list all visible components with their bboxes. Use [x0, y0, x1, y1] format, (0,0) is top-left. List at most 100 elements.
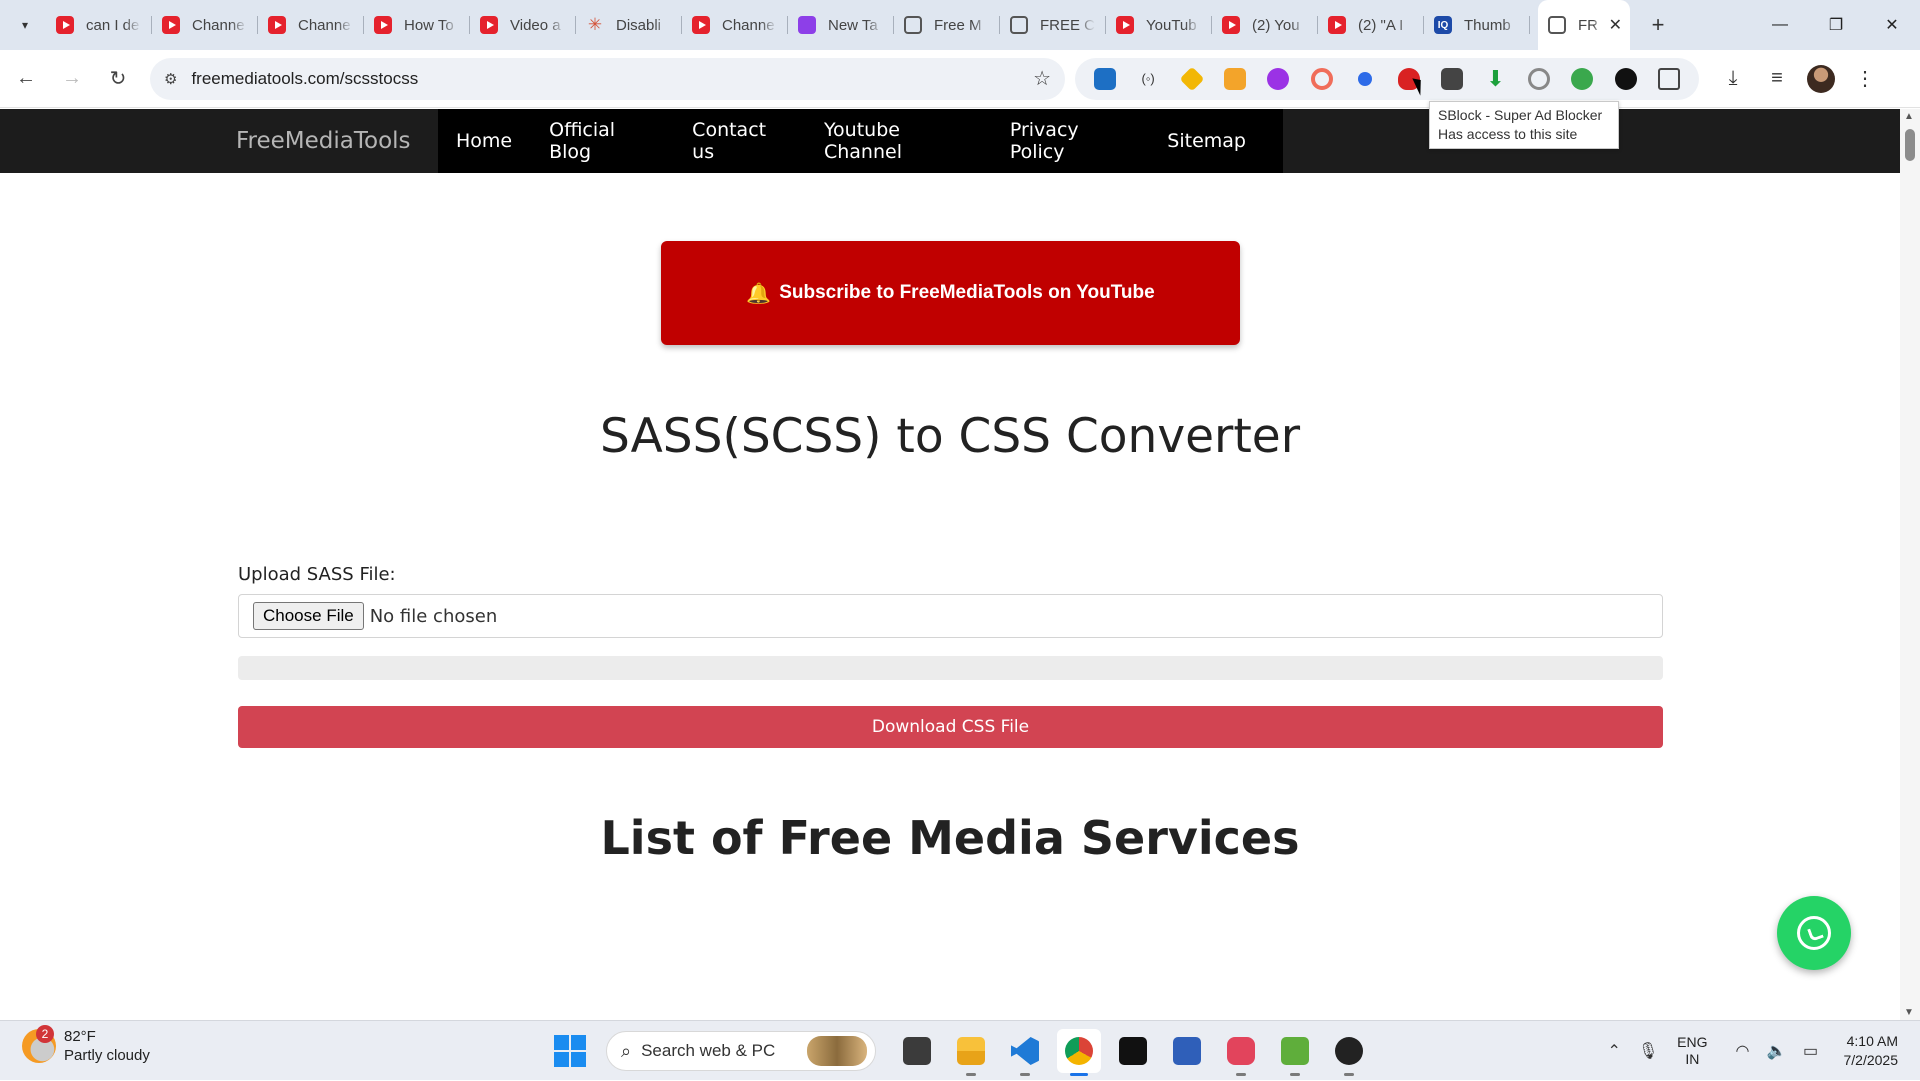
extension-download-box-icon[interactable]: [1430, 63, 1473, 95]
weather-widget[interactable]: 2 82°F Partly cloudy: [22, 1025, 150, 1065]
github-icon[interactable]: [1604, 63, 1647, 95]
globe-icon: [1010, 16, 1028, 34]
lang-code: ENG: [1677, 1034, 1708, 1050]
browser-tab[interactable]: YouTub: [1106, 0, 1212, 50]
wifi-icon[interactable]: ◠: [1726, 1041, 1760, 1061]
lang-region: IN: [1685, 1051, 1700, 1067]
bell-icon: 🔔: [746, 282, 772, 305]
browser-tab[interactable]: Video a: [470, 0, 576, 50]
address-bar[interactable]: ⚙ freemediatools.com/scsstocss ☆: [150, 57, 1065, 100]
youtube-icon: [1116, 16, 1134, 34]
extension-yellow-diamond-icon[interactable]: [1170, 63, 1213, 95]
no-file-text: No file chosen: [369, 605, 498, 627]
browser-tab[interactable]: can I de: [46, 0, 152, 50]
browser-tab[interactable]: Channe: [682, 0, 788, 50]
forward-arrow-icon[interactable]: →: [52, 59, 92, 99]
browser-tab[interactable]: FREE C: [1000, 0, 1106, 50]
windows-start-icon[interactable]: [554, 1035, 586, 1067]
file-explorer-icon[interactable]: [949, 1029, 993, 1076]
nav-link-contact-us[interactable]: Contact us: [692, 119, 787, 163]
site-brand[interactable]: FreeMediaTools: [236, 109, 411, 173]
nav-link-home[interactable]: Home: [456, 130, 512, 152]
green-app-icon[interactable]: [1273, 1029, 1317, 1076]
choose-file-button[interactable]: Choose File: [253, 602, 364, 630]
menu-dots-icon[interactable]: ⋮: [1843, 59, 1887, 99]
browser-tab[interactable]: New Ta: [788, 0, 894, 50]
browser-tab[interactable]: Free M: [894, 0, 1000, 50]
volume-icon[interactable]: 🔈: [1760, 1041, 1794, 1061]
tab-title: How To: [404, 16, 454, 34]
browser-tab[interactable]: Channe: [258, 0, 364, 50]
browser-tab[interactable]: ✳ Disabli: [576, 0, 682, 50]
site-info-icon[interactable]: ⚙: [164, 70, 177, 88]
browser-tab[interactable]: Channe: [152, 0, 258, 50]
chrome-icon[interactable]: [1057, 1029, 1101, 1076]
windows-taskbar: 2 82°F Partly cloudy ⌕ Search web & PC ⌃…: [0, 1020, 1920, 1080]
media-controls-icon[interactable]: ≡: [1755, 59, 1799, 99]
microphone-icon[interactable]: 🎙: [1631, 1041, 1665, 1061]
purple-app-icon: [798, 16, 816, 34]
globe-icon: [904, 16, 922, 34]
back-arrow-icon[interactable]: ←: [6, 59, 46, 99]
extension-orange-icon[interactable]: [1213, 63, 1256, 95]
tab-title: Channe: [192, 16, 245, 34]
close-window-button[interactable]: ✕: [1864, 0, 1920, 50]
extension-purple-icon[interactable]: [1257, 63, 1300, 95]
profile-avatar[interactable]: [1799, 59, 1843, 99]
scroll-thumb[interactable]: [1905, 129, 1915, 161]
tab-title: Channe: [722, 16, 775, 34]
task-view-icon[interactable]: [895, 1029, 939, 1073]
chevron-up-icon[interactable]: ⌃: [1597, 1041, 1631, 1061]
extension-blue-grid-icon[interactable]: [1083, 63, 1126, 95]
extension-ring-icon[interactable]: [1300, 63, 1343, 95]
screen-recorder-icon[interactable]: [1219, 1029, 1263, 1076]
extension-green-arrow-icon[interactable]: ⬇: [1474, 63, 1517, 95]
page-scrollbar[interactable]: ▲ ▼: [1900, 109, 1920, 1020]
url-text[interactable]: freemediatools.com/scsstocss: [191, 69, 418, 89]
restore-button[interactable]: ❐: [1808, 0, 1864, 50]
notepad-icon[interactable]: [1165, 1029, 1209, 1073]
browser-tab[interactable]: (2) "A I: [1318, 0, 1424, 50]
system-tray: ⌃ 🎙 ENG IN ◠ 🔈 ▭ 4:10 AM 7/2/2025: [1597, 1021, 1920, 1081]
audio-app-icon[interactable]: [1111, 1029, 1155, 1073]
subscribe-youtube-button[interactable]: 🔔 Subscribe to FreeMediaTools on YouTube: [661, 241, 1240, 345]
scroll-down-icon[interactable]: ▼: [1904, 1007, 1914, 1018]
minimize-button[interactable]: —: [1752, 0, 1808, 50]
scroll-up-icon[interactable]: ▲: [1904, 111, 1914, 122]
nav-link-youtube-channel[interactable]: Youtube Channel: [824, 119, 973, 163]
bookmark-star-icon[interactable]: ☆: [1033, 66, 1051, 91]
tab-title: (2) You: [1252, 16, 1300, 34]
youtube-icon: [480, 16, 498, 34]
extensions-puzzle-icon[interactable]: [1647, 63, 1690, 95]
record-app-icon[interactable]: [1327, 1029, 1371, 1076]
extension-gray-icon[interactable]: [1517, 63, 1560, 95]
battery-icon[interactable]: ▭: [1794, 1041, 1828, 1061]
downloads-icon[interactable]: ⤓: [1711, 59, 1755, 99]
nav-link-official-blog[interactable]: Official Blog: [549, 119, 655, 163]
reload-icon[interactable]: ↻: [98, 59, 138, 99]
close-tab-icon[interactable]: ✕: [1609, 15, 1622, 35]
download-css-button[interactable]: Download CSS File: [238, 706, 1663, 748]
browser-tab[interactable]: IQ Thumb: [1424, 0, 1530, 50]
clock[interactable]: 4:10 AM 7/2/2025: [1844, 1032, 1899, 1070]
tab-list: can I de Channe Channe How To Video a ✳ Disabl…: [46, 0, 1530, 50]
tab-title: New Ta: [828, 16, 878, 34]
nav-link-sitemap[interactable]: Sitemap: [1167, 130, 1246, 152]
extension-globe-icon[interactable]: [1561, 63, 1604, 95]
file-input[interactable]: Choose File No file chosen: [238, 594, 1663, 638]
language-indicator[interactable]: ENG IN: [1677, 1034, 1707, 1068]
whatsapp-button[interactable]: [1777, 896, 1851, 970]
nav-link-privacy-policy[interactable]: Privacy Policy: [1010, 119, 1130, 163]
extension-code-icon[interactable]: (◦): [1126, 63, 1169, 95]
new-tab-button[interactable]: +: [1642, 9, 1674, 41]
youtube-icon: [692, 16, 710, 34]
active-tab[interactable]: FR ✕: [1538, 0, 1630, 50]
vscode-icon[interactable]: [1003, 1029, 1047, 1076]
section-title: List of Free Media Services: [600, 811, 1300, 865]
browser-tab[interactable]: How To: [364, 0, 470, 50]
tab-search-chevron-icon[interactable]: ▾: [10, 10, 40, 40]
browser-tab[interactable]: (2) You: [1212, 0, 1318, 50]
extension-blue-dot-icon[interactable]: [1344, 63, 1387, 95]
taskbar-search[interactable]: ⌕ Search web & PC: [606, 1031, 876, 1071]
active-tab-title: FR: [1578, 16, 1598, 34]
